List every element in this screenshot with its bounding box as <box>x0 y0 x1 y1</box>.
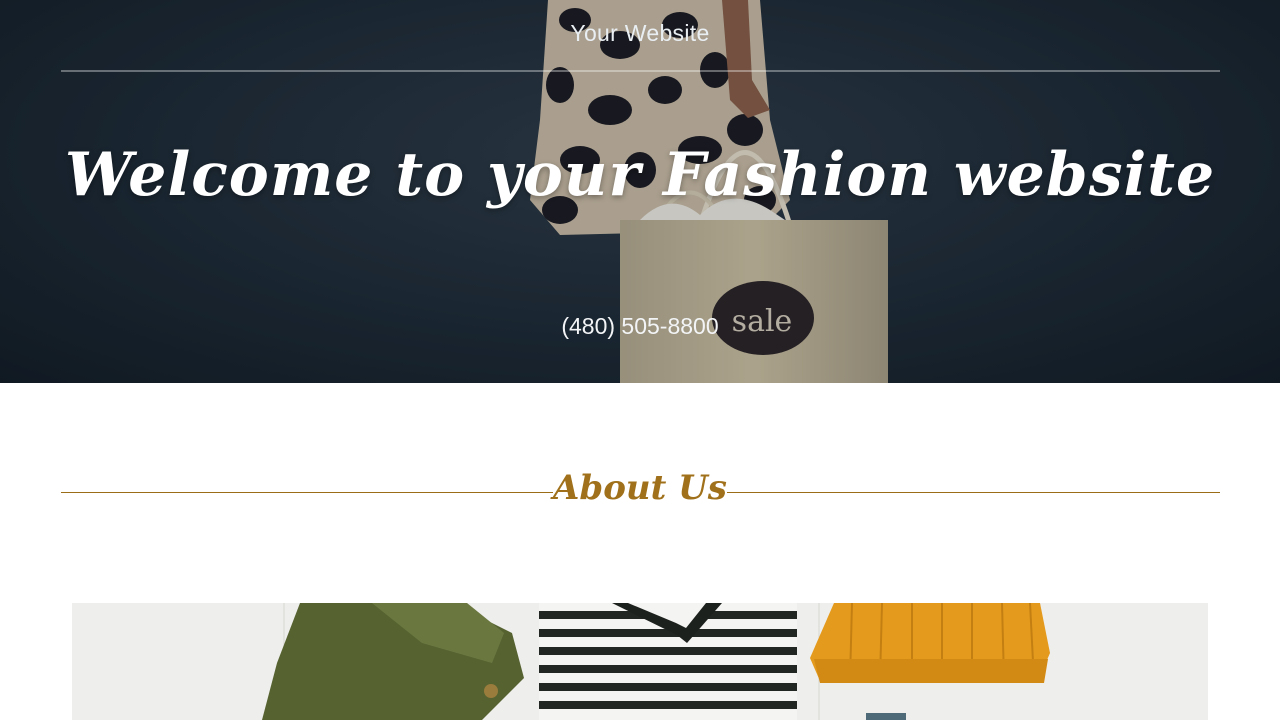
phone-link[interactable]: (480) 505-8800 <box>0 313 1280 340</box>
about-heading: About Us <box>553 468 727 508</box>
jacket-button <box>484 684 498 698</box>
site-name[interactable]: Your Website <box>0 20 1280 47</box>
denim-item <box>866 713 906 720</box>
hero-section: sale Your Website Welcome to your Fashio… <box>0 0 1280 383</box>
about-divider-left <box>61 492 553 493</box>
about-image <box>72 603 1208 720</box>
header-divider <box>61 70 1220 72</box>
about-divider-right <box>727 492 1220 493</box>
hero-title: Welcome to your Fashion website <box>64 140 1216 210</box>
